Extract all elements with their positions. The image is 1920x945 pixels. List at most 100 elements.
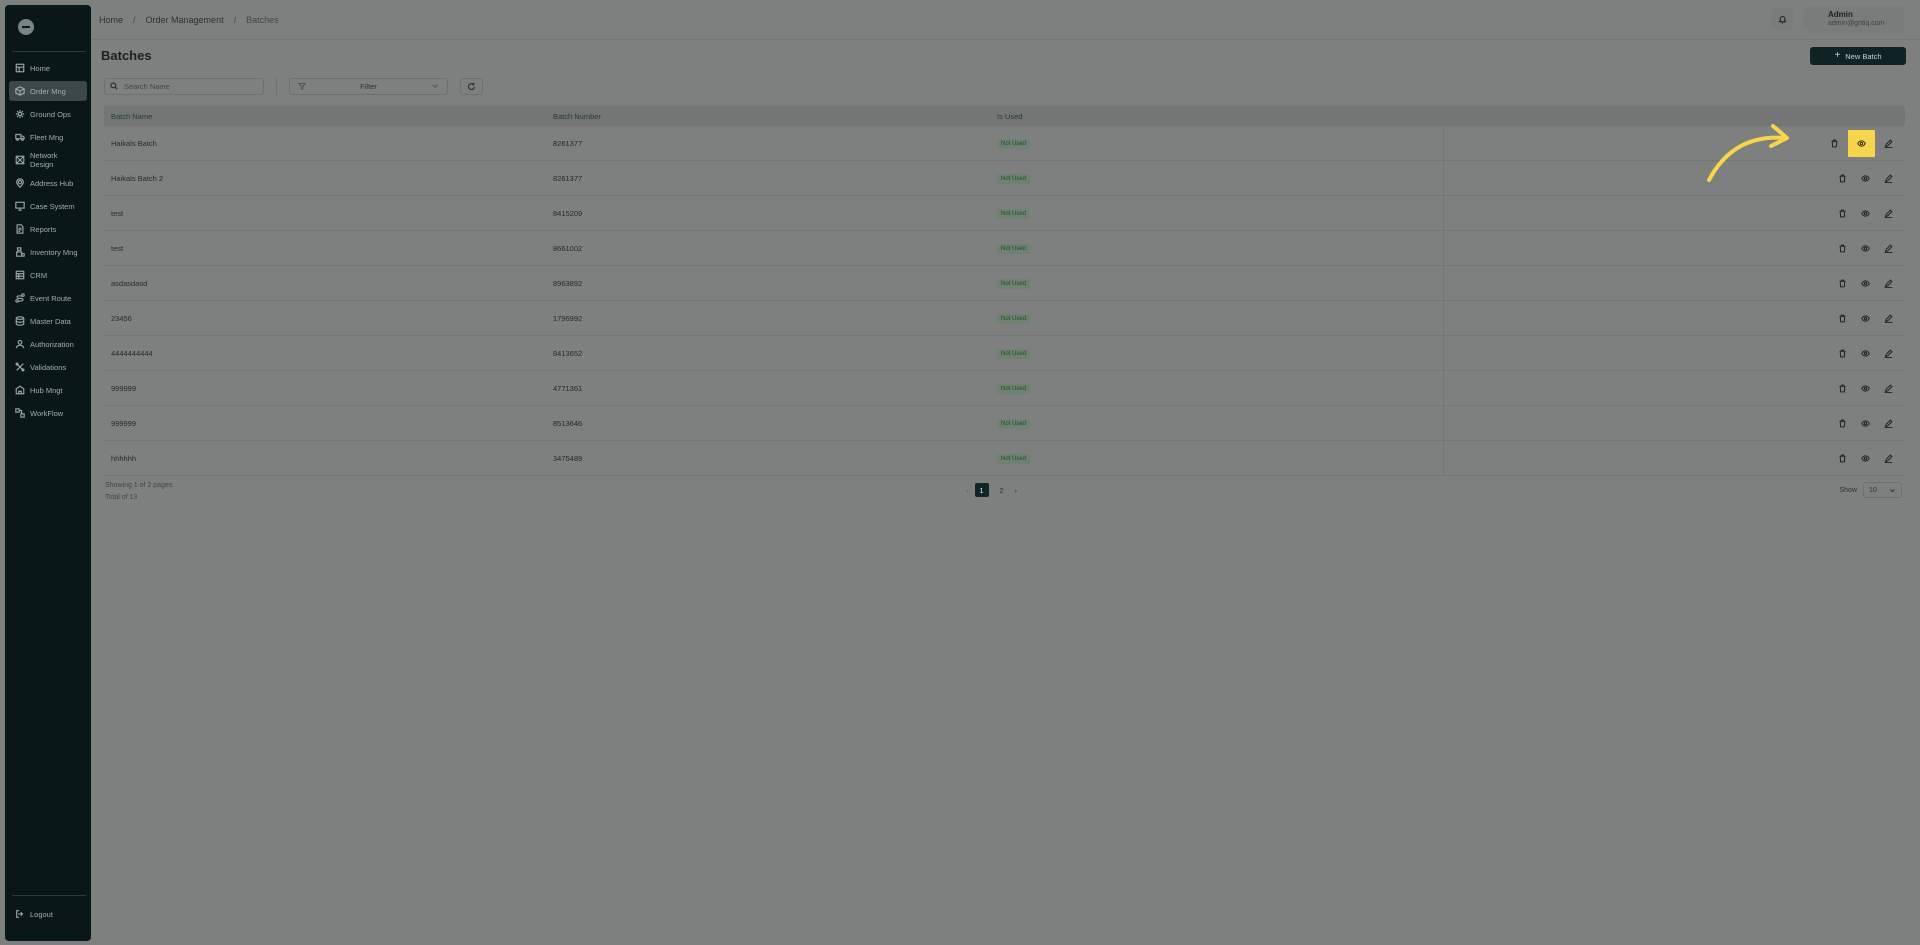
breadcrumb-home[interactable]: Home — [99, 15, 123, 25]
is-used-cell: Not Used — [997, 208, 1434, 219]
notifications-button[interactable] — [1771, 8, 1793, 30]
trash-icon — [1839, 279, 1846, 287]
next-page-icon[interactable]: › — [1015, 486, 1018, 495]
filter-label: Filter — [360, 81, 377, 91]
is-used-cell: Not Used — [997, 138, 1434, 149]
column-header-is-used[interactable]: Is Used — [997, 112, 1434, 121]
edit-button[interactable] — [1879, 134, 1898, 153]
batch-number-cell: 8261377 — [553, 173, 583, 183]
is-used-cell: Not Used — [997, 348, 1434, 359]
user-menu[interactable]: Admin admin@gntiq.com — [1808, 6, 1904, 33]
eye-icon — [1857, 139, 1866, 147]
view-button[interactable] — [1856, 274, 1875, 293]
row-actions — [1833, 371, 1898, 405]
edit-button[interactable] — [1879, 274, 1898, 293]
bell-icon — [1777, 15, 1787, 23]
sidebar-item-label: Case System — [30, 201, 75, 211]
validation-icon — [15, 362, 25, 372]
sidebar-item-master-data[interactable]: Master Data — [9, 311, 87, 331]
delete-button[interactable] — [1833, 274, 1852, 293]
view-button[interactable] — [1856, 204, 1875, 223]
sidebar-item-crm[interactable]: CRM — [9, 265, 87, 285]
user-email: admin@gntiq.com — [1828, 20, 1885, 27]
breadcrumb-current: Batches — [246, 15, 279, 25]
batch-name-cell: hhhhhh — [111, 453, 137, 463]
table-row: 999999 8513646 Not Used — [104, 406, 1905, 441]
batch-name-cell: 4444444444 — [111, 348, 153, 358]
delete-button[interactable] — [1833, 309, 1852, 328]
delete-button[interactable] — [1833, 379, 1852, 398]
trash-icon — [1839, 314, 1846, 322]
sidebar-item-order-mng[interactable]: Order Mng — [9, 81, 87, 101]
logout-button[interactable]: Logout — [5, 904, 91, 924]
page-button-2[interactable]: 2 — [995, 483, 1009, 497]
batch-number-cell: 8415209 — [553, 208, 583, 218]
edit-button[interactable] — [1879, 414, 1898, 433]
table-row: 4444444444 8413652 Not Used — [104, 336, 1905, 371]
view-button[interactable] — [1848, 129, 1875, 157]
sidebar-item-inventory-mng[interactable]: Inventory Mng — [9, 242, 87, 262]
prev-page-icon[interactable]: ‹ — [966, 486, 969, 495]
delete-button[interactable] — [1833, 449, 1852, 468]
sidebar-item-validations[interactable]: Validations — [9, 357, 87, 377]
delete-button[interactable] — [1833, 344, 1852, 363]
edit-button[interactable] — [1879, 449, 1898, 468]
delete-button[interactable] — [1825, 134, 1844, 153]
delete-button[interactable] — [1833, 414, 1852, 433]
sidebar-item-label: Address Hub — [30, 178, 74, 188]
view-button[interactable] — [1856, 449, 1875, 468]
edit-button[interactable] — [1879, 169, 1898, 188]
new-batch-label: New Batch — [1845, 51, 1882, 61]
edit-icon — [1884, 173, 1893, 183]
search-input[interactable]: Search Name — [104, 77, 264, 95]
delete-button[interactable] — [1833, 239, 1852, 258]
sidebar-item-network-design[interactable]: Network Design — [9, 150, 87, 170]
edit-icon — [1884, 453, 1893, 463]
column-header-batch-name[interactable]: Batch Name — [104, 112, 550, 121]
report-icon — [16, 224, 24, 234]
column-header-batch-number[interactable]: Batch Number — [550, 112, 997, 121]
column-divider — [1443, 126, 1444, 160]
edit-button[interactable] — [1879, 379, 1898, 398]
delete-button[interactable] — [1833, 169, 1852, 188]
refresh-button[interactable] — [460, 77, 483, 95]
row-actions — [1833, 441, 1898, 475]
location-icon — [16, 178, 24, 188]
filter-dropdown[interactable]: Filter — [289, 77, 448, 95]
view-button[interactable] — [1856, 309, 1875, 328]
sidebar-item-reports[interactable]: Reports — [9, 219, 87, 239]
sidebar-item-workflow[interactable]: WorkFlow — [9, 403, 87, 423]
breadcrumb-separator: / — [233, 15, 237, 25]
view-button[interactable] — [1856, 414, 1875, 433]
view-button[interactable] — [1856, 344, 1875, 363]
edit-button[interactable] — [1879, 309, 1898, 328]
row-actions — [1833, 161, 1898, 195]
delete-button[interactable] — [1833, 204, 1852, 223]
edit-button[interactable] — [1879, 204, 1898, 223]
new-batch-button[interactable]: + New Batch — [1810, 47, 1906, 65]
edit-button[interactable] — [1879, 344, 1898, 363]
status-badge: Not Used — [997, 453, 1031, 464]
table-row: asdasdasd 8963892 Not Used — [104, 266, 1905, 301]
sidebar-item-authorization[interactable]: Authorization — [9, 334, 87, 354]
page-button-1[interactable]: 1 — [974, 483, 989, 497]
toolbar-divider — [276, 77, 277, 95]
sidebar-item-ground-ops[interactable]: Ground Ops — [9, 104, 87, 124]
sidebar-item-label: Order Mng — [30, 86, 66, 96]
sidebar-item-case-system[interactable]: Case System — [9, 196, 87, 216]
page-size-select[interactable]: 10 — [1863, 482, 1902, 498]
breadcrumb-order-management[interactable]: Order Management — [146, 15, 224, 25]
logo[interactable] — [18, 19, 34, 35]
sidebar-item-address-hub[interactable]: Address Hub — [9, 173, 87, 193]
workflow-icon — [15, 408, 25, 418]
database-icon — [15, 316, 25, 326]
view-button[interactable] — [1856, 379, 1875, 398]
sidebar-item-home[interactable]: Home — [9, 58, 87, 78]
sidebar-item-hub-mngt[interactable]: Hub Mngt — [9, 380, 87, 400]
sidebar-item-event-route[interactable]: Event Route — [9, 288, 87, 308]
trash-icon — [1839, 454, 1846, 462]
view-button[interactable] — [1856, 169, 1875, 188]
sidebar-item-fleet-mng[interactable]: Fleet Mng — [9, 127, 87, 147]
edit-button[interactable] — [1879, 239, 1898, 258]
view-button[interactable] — [1856, 239, 1875, 258]
